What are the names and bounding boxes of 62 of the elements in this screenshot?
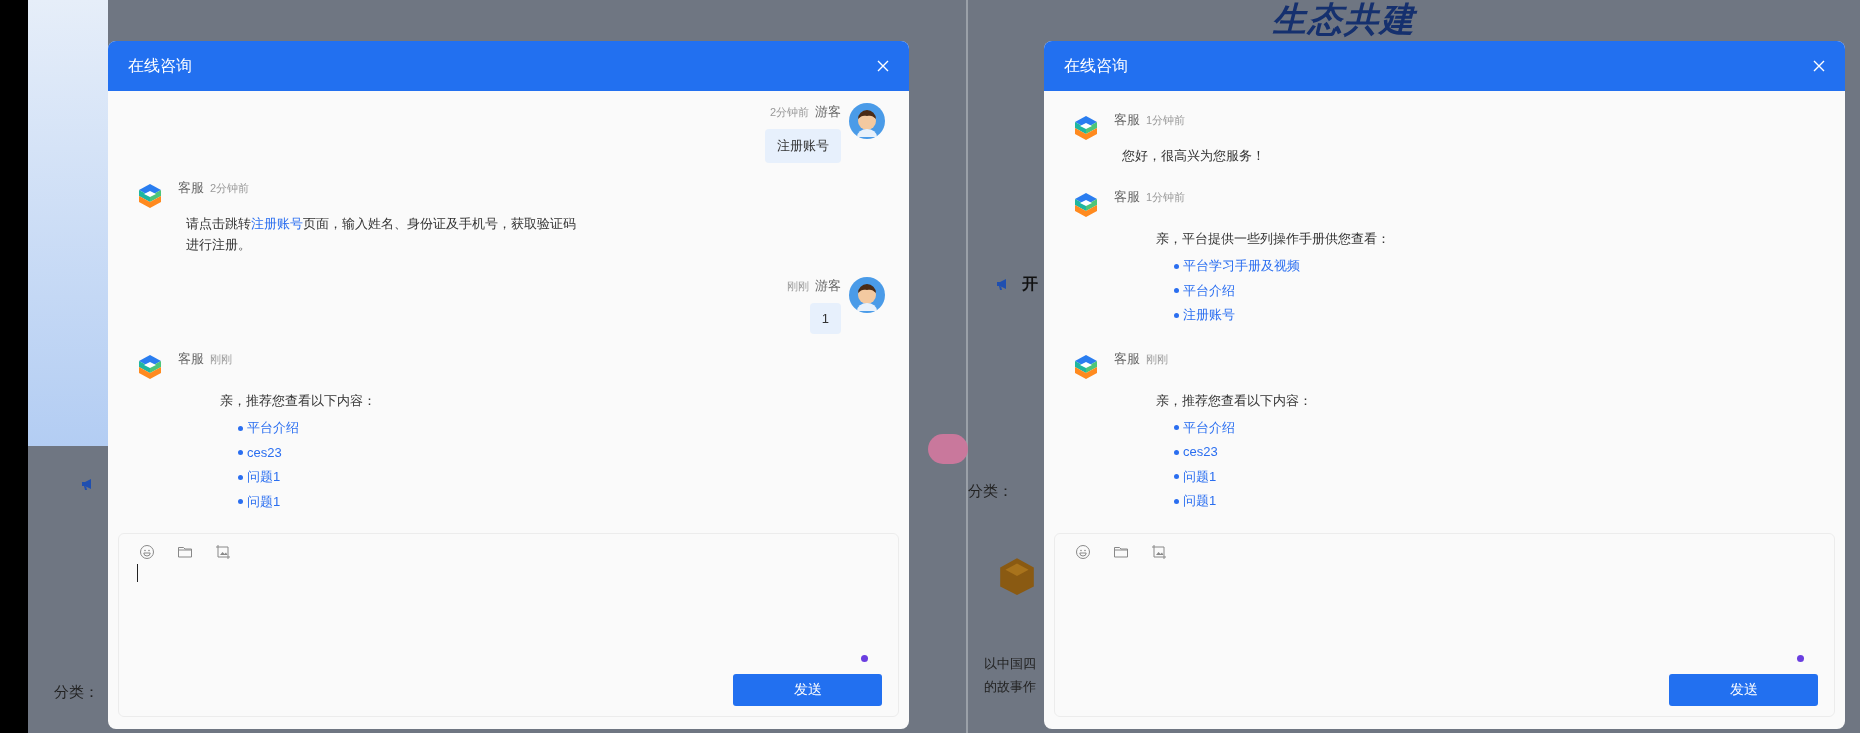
dialog-title: 在线咨询 <box>128 55 192 76</box>
image-icon[interactable] <box>215 544 231 560</box>
message-input[interactable]: 发送 <box>1054 533 1835 717</box>
sender-name: 游客 <box>815 277 841 295</box>
message-text: 请点击跳转注册账号页面，输入姓名、身份证及手机号，获取验证码进行注册。 <box>186 215 577 254</box>
suggestion-link[interactable]: 平台介绍 <box>1174 415 1235 440</box>
card-text: 的故事作 <box>984 678 1036 696</box>
message-time: 2分钟前 <box>210 181 250 196</box>
suggestion-link[interactable]: 注册账号 <box>1174 303 1235 328</box>
banner-headline: 生态共建 <box>1272 0 1416 38</box>
message-time: 刚刚 <box>787 279 809 294</box>
card-text: 以中国四 <box>984 655 1036 673</box>
message-bubble: 注册账号 <box>765 129 841 163</box>
message-text: 亲，推荐您查看以下内容： <box>1156 391 1312 410</box>
message-time: 刚刚 <box>1146 351 1168 367</box>
sender-name: 游客 <box>815 103 841 121</box>
suggestion-link[interactable]: 平台介绍 <box>1174 278 1235 303</box>
agent-logo-icon <box>1074 115 1098 141</box>
sender-name: 客服 <box>1114 188 1140 206</box>
send-button[interactable]: 发送 <box>1669 674 1818 706</box>
agent-logo-icon <box>138 354 162 380</box>
message-link[interactable]: 注册账号 <box>251 216 303 231</box>
message-time: 2分钟前 <box>769 105 809 120</box>
message-time: 刚刚 <box>210 352 232 367</box>
suggestion-link[interactable]: ces23 <box>238 440 282 465</box>
notice-text: 开 <box>1022 274 1038 294</box>
status-dot-icon <box>861 655 868 662</box>
message-text: 亲，推荐您查看以下内容： <box>220 392 376 410</box>
agent-logo-icon <box>138 183 162 209</box>
suggestion-link[interactable]: 平台学习手册及视频 <box>1174 254 1300 279</box>
avatar-icon <box>849 277 885 313</box>
close-icon[interactable] <box>877 60 889 72</box>
suggestion-link[interactable]: 问题1 <box>238 465 281 490</box>
sender-name: 客服 <box>178 179 204 197</box>
suggestion-link[interactable]: ces23 <box>1174 440 1218 465</box>
category-label: 分类： <box>968 482 1013 501</box>
message-time: 1分钟前 <box>1146 113 1186 128</box>
folder-icon[interactable] <box>177 544 193 560</box>
emoji-icon[interactable] <box>139 544 155 560</box>
message-input[interactable]: 发送 <box>118 533 899 717</box>
agent-logo-icon <box>1074 353 1098 380</box>
message-text: 您好，很高兴为您服务！ <box>1122 147 1266 165</box>
suggestion-link[interactable]: 问题1 <box>1174 464 1217 489</box>
message-time: 1分钟前 <box>1146 190 1186 205</box>
sender-name: 客服 <box>1114 111 1140 129</box>
sender-name: 客服 <box>1114 349 1140 368</box>
message-text: 亲，平台提供一些列操作手册供您查看： <box>1156 230 1390 248</box>
category-label: 分类： <box>54 683 99 702</box>
close-icon[interactable] <box>1813 60 1825 72</box>
message-bubble: 1 <box>809 303 841 334</box>
folder-icon[interactable] <box>1113 544 1129 560</box>
status-dot-icon <box>1797 655 1804 662</box>
emoji-icon[interactable] <box>1075 544 1091 560</box>
sender-name: 客服 <box>178 350 204 368</box>
avatar-icon <box>849 103 885 139</box>
agent-logo-icon <box>1074 192 1098 218</box>
image-icon[interactable] <box>1151 544 1167 560</box>
suggestion-link[interactable]: 问题1 <box>1174 489 1217 514</box>
suggestion-link[interactable]: 问题1 <box>238 489 281 514</box>
send-button[interactable]: 发送 <box>733 674 882 706</box>
dialog-title: 在线咨询 <box>1064 55 1128 76</box>
suggestion-link[interactable]: 平台介绍 <box>238 416 299 441</box>
